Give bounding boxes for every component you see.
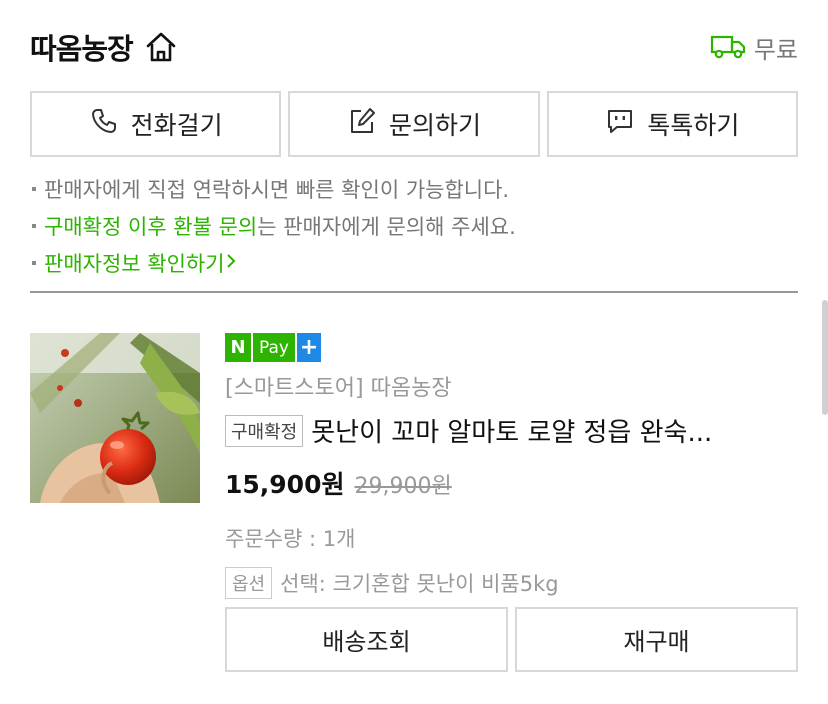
product-title: 못난이 꼬마 알마토 로얄 정읍 완숙... [311, 418, 713, 448]
bullet [32, 186, 36, 191]
contact-buttons: 전화걸기 문의하기 톡톡하기 [30, 91, 798, 157]
store-header: 따옴농장 무료 [30, 22, 798, 72]
original-price: 29,900원 [354, 474, 452, 499]
truck-icon [710, 34, 746, 60]
edit-icon [347, 106, 377, 142]
notice-item: 구매확정 이후 환불 문의 는 판매자에게 문의해 주세요. [30, 207, 798, 244]
track-delivery-label: 배송조회 [322, 628, 411, 656]
call-label: 전화걸기 [130, 111, 223, 140]
call-button[interactable]: 전화걸기 [30, 91, 282, 157]
shipping-info: 무료 [710, 30, 798, 65]
npay-plus-badge: N Pay + [225, 333, 321, 362]
seller-info-link[interactable]: 판매자정보 확인하기 [44, 248, 237, 278]
shipping-fee-text: 무료 [753, 35, 798, 64]
chat-icon [605, 106, 635, 142]
order-quantity: 주문수량 : 1개 [225, 527, 356, 551]
option-badge: 옵션 [225, 567, 273, 599]
track-delivery-button[interactable]: 배송조회 [225, 607, 508, 672]
notice-list: 판매자에게 직접 연락하시면 빠른 확인이 가능합니다. 구매확정 이후 환불 … [30, 170, 798, 281]
store-name: 따옴농장 [30, 32, 134, 66]
phone-icon [89, 106, 119, 142]
section-divider [30, 291, 798, 293]
refund-notice-highlight: 구매확정 이후 환불 문의 [44, 214, 258, 239]
sale-price: 15,900원 [225, 470, 345, 499]
notice-item: 판매자에게 직접 연락하시면 빠른 확인이 가능합니다. [30, 170, 798, 207]
notice-text: 는 판매자에게 문의해 주세요. [257, 214, 516, 239]
reorder-label: 재구매 [623, 628, 690, 656]
notice-item: 판매자정보 확인하기 [30, 244, 798, 281]
bullet [32, 260, 36, 265]
inquiry-button[interactable]: 문의하기 [288, 91, 540, 157]
talk-button[interactable]: 톡톡하기 [546, 91, 798, 157]
chevron-right-icon [225, 251, 237, 275]
notice-text: 판매자에게 직접 연락하시면 빠른 확인이 가능합니다. [44, 177, 510, 202]
scrollbar[interactable] [822, 300, 828, 415]
npay-n-mark: N [225, 333, 251, 362]
reorder-button[interactable]: 재구매 [515, 607, 798, 672]
npay-plus-mark: + [295, 333, 321, 362]
home-icon[interactable] [143, 29, 179, 65]
price-row: 15,900원 29,900원 [225, 465, 800, 501]
npay-pay-text: Pay [251, 333, 295, 362]
bullet [32, 223, 36, 228]
order-actions: 배송조회 재구매 [225, 607, 798, 672]
store-title-link[interactable]: 따옴농장 [30, 26, 179, 68]
store-label: [스마트스토어] 따옴농장 [225, 376, 452, 401]
order-info: N Pay + [스마트스토어] 따옴농장 구매확정 못난이 꼬마 알마토 로얄… [225, 333, 800, 599]
inquiry-label: 문의하기 [388, 111, 481, 140]
product-title-row[interactable]: 구매확정 못난이 꼬마 알마토 로얄 정읍 완숙... [225, 412, 800, 449]
option-row: 옵션 선택: 크기혼합 못난이 비품5kg [225, 567, 800, 599]
status-badge: 구매확정 [225, 414, 304, 447]
option-text: 선택: 크기혼합 못난이 비품5kg [280, 572, 559, 596]
product-thumbnail[interactable] [30, 333, 200, 503]
talk-label: 톡톡하기 [647, 111, 740, 140]
seller-info-label: 판매자정보 확인하기 [44, 251, 225, 276]
